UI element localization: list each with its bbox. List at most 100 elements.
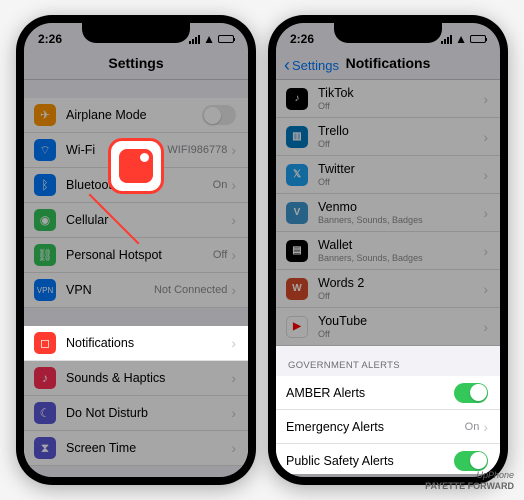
row-label: Notifications: [66, 336, 231, 350]
app-status: Off: [318, 329, 483, 339]
app-name: TikTok: [318, 86, 483, 100]
chevron-icon: ›: [483, 319, 488, 335]
app-name: Venmo: [318, 200, 483, 214]
watermark-line: PAYETTE FORWARD: [425, 481, 514, 492]
youtube-icon: ▶: [286, 316, 308, 338]
row-amber-alerts[interactable]: AMBER Alerts: [276, 376, 500, 410]
status-indicators: ▲: [441, 32, 486, 46]
chevron-icon: ›: [231, 247, 236, 263]
notifications-callout-icon: [119, 149, 153, 183]
vpn-icon: VPN: [34, 279, 56, 301]
screen-right: 2:26 ▲ Settings Notifications ♪ TikTok O…: [276, 23, 500, 477]
wifi-icon: ▲: [455, 32, 467, 46]
row-label: Public Safety Alerts: [286, 454, 454, 468]
row-screentime[interactable]: ⧗ Screen Time ›: [24, 431, 248, 466]
row-label: Cellular: [66, 213, 231, 227]
phone-left: 2:26 ▲ Settings ✈ Airplane Mode ⌔ Wi-Fi …: [16, 15, 256, 485]
airplane-icon: ✈: [34, 104, 56, 126]
chevron-icon: ›: [231, 282, 236, 298]
public-safety-toggle[interactable]: [454, 451, 488, 471]
app-status: Off: [318, 101, 483, 111]
row-label: Screen Time: [66, 441, 231, 455]
row-detail: Off: [213, 249, 227, 261]
row-notifications[interactable]: ◻ Notifications ›: [24, 326, 248, 361]
chevron-icon: ›: [231, 370, 236, 386]
row-label: AMBER Alerts: [286, 386, 454, 400]
signal-icon: [441, 35, 452, 44]
row-label: Personal Hotspot: [66, 248, 213, 262]
section-header: GOVERNMENT ALERTS: [276, 346, 500, 376]
words-icon: W: [286, 278, 308, 300]
chevron-icon: ›: [483, 243, 488, 259]
chevron-icon: ›: [231, 142, 236, 158]
row-youtube[interactable]: ▶ YouTube Off ›: [276, 308, 500, 346]
sounds-icon: ♪: [34, 367, 56, 389]
app-name: Wallet: [318, 238, 483, 252]
chevron-icon: ›: [231, 405, 236, 421]
row-venmo[interactable]: V Venmo Banners, Sounds, Badges ›: [276, 194, 500, 232]
chevron-icon: ›: [231, 177, 236, 193]
row-cellular[interactable]: ◉ Cellular ›: [24, 203, 248, 238]
app-status: Banners, Sounds, Badges: [318, 215, 483, 225]
hotspot-icon: ⛓: [34, 244, 56, 266]
navbar: Settings Notifications: [276, 49, 500, 80]
row-tiktok[interactable]: ♪ TikTok Off ›: [276, 80, 500, 118]
app-name: Twitter: [318, 162, 483, 176]
app-status: Banners, Sounds, Badges: [318, 253, 483, 263]
chevron-icon: ›: [483, 281, 488, 297]
government-alerts-section: GOVERNMENT ALERTS AMBER Alerts Emergency…: [276, 346, 500, 474]
bluetooth-icon: ᛒ: [34, 174, 56, 196]
app-status: Off: [318, 291, 483, 301]
app-name: YouTube: [318, 314, 483, 328]
row-label: Sounds & Haptics: [66, 371, 231, 385]
chevron-icon: ›: [483, 129, 488, 145]
row-dnd[interactable]: ☾ Do Not Disturb ›: [24, 396, 248, 431]
watermark: UpPhone PAYETTE FORWARD: [425, 470, 514, 492]
app-status: Off: [318, 177, 483, 187]
row-twitter[interactable]: 𝕏 Twitter Off ›: [276, 156, 500, 194]
row-detail: Not Connected: [154, 284, 227, 296]
chevron-icon: ›: [231, 212, 236, 228]
back-button[interactable]: Settings: [284, 55, 339, 76]
row-detail: WIFI986778: [167, 144, 227, 156]
chevron-icon: ›: [483, 419, 488, 435]
chevron-icon: ›: [231, 335, 236, 351]
wallet-icon: ▤: [286, 240, 308, 262]
watermark-line: UpPhone: [476, 470, 514, 480]
status-time: 2:26: [290, 32, 314, 46]
venmo-icon: V: [286, 202, 308, 224]
row-vpn[interactable]: VPN VPN Not Connected ›: [24, 273, 248, 308]
amber-toggle[interactable]: [454, 383, 488, 403]
chevron-icon: ›: [231, 440, 236, 456]
status-time: 2:26: [38, 32, 62, 46]
screentime-icon: ⧗: [34, 437, 56, 459]
notifications-icon: ◻: [34, 332, 56, 354]
cellular-icon: ◉: [34, 209, 56, 231]
dnd-icon: ☾: [34, 402, 56, 424]
wifi-icon: ⌔: [34, 139, 56, 161]
tiktok-icon: ♪: [286, 88, 308, 110]
chevron-icon: ›: [483, 91, 488, 107]
row-emergency-alerts[interactable]: Emergency Alerts On ›: [276, 410, 500, 444]
notifications-list[interactable]: ♪ TikTok Off › ▥ Trello Off › 𝕏 Twitter: [276, 80, 500, 474]
row-sounds[interactable]: ♪ Sounds & Haptics ›: [24, 361, 248, 396]
screen-left: 2:26 ▲ Settings ✈ Airplane Mode ⌔ Wi-Fi …: [24, 23, 248, 477]
airplane-toggle[interactable]: [202, 105, 236, 125]
battery-icon: [218, 35, 234, 43]
row-detail: On: [213, 179, 228, 191]
wifi-icon: ▲: [203, 32, 215, 46]
phone-right: 2:26 ▲ Settings Notifications ♪ TikTok O…: [268, 15, 508, 485]
trello-icon: ▥: [286, 126, 308, 148]
app-name: Words 2: [318, 276, 483, 290]
row-airplane-mode[interactable]: ✈ Airplane Mode: [24, 98, 248, 133]
row-words[interactable]: W Words 2 Off ›: [276, 270, 500, 308]
twitter-icon: 𝕏: [286, 164, 308, 186]
app-name: Trello: [318, 124, 483, 138]
row-trello[interactable]: ▥ Trello Off ›: [276, 118, 500, 156]
callout-bubble: [108, 138, 164, 194]
row-wallet[interactable]: ▤ Wallet Banners, Sounds, Badges ›: [276, 232, 500, 270]
row-detail: On: [465, 421, 480, 433]
row-label: VPN: [66, 283, 154, 297]
row-label: Emergency Alerts: [286, 420, 465, 434]
row-label: Do Not Disturb: [66, 406, 231, 420]
